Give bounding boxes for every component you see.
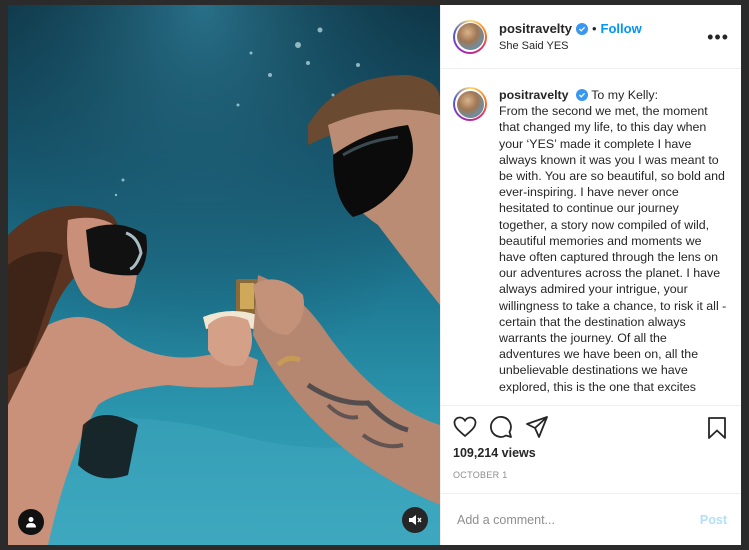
post-comment-button[interactable]: Post <box>700 513 727 527</box>
comment-input[interactable] <box>455 511 700 528</box>
like-button[interactable] <box>453 416 477 438</box>
comment-box: Post <box>441 493 741 545</box>
comment-button[interactable] <box>489 415 513 439</box>
verified-badge-icon <box>575 22 588 35</box>
comment-icon <box>490 416 512 438</box>
caption-username-link[interactable]: positravelty <box>499 88 569 102</box>
bookmark-icon <box>708 417 726 439</box>
muted-speaker-icon <box>409 515 422 525</box>
username-link[interactable]: positravelty <box>499 21 572 36</box>
caption-greeting: To my Kelly: <box>591 88 659 102</box>
caption-avatar[interactable] <box>453 87 487 121</box>
caption: positravelty To my Kelly: From the secon… <box>499 87 729 395</box>
avatar[interactable] <box>453 19 487 54</box>
post-header: positravelty • Follow She Said YES ••• <box>441 5 741 69</box>
share-button[interactable] <box>525 415 549 439</box>
user-icon <box>26 517 36 528</box>
more-options-icon[interactable]: ••• <box>707 27 729 48</box>
post-actions: 109,214 views OCTOBER 1 <box>441 405 741 493</box>
post-modal: positravelty • Follow She Said YES ••• p… <box>8 5 741 545</box>
caption-area[interactable]: positravelty To my Kelly: From the secon… <box>441 69 741 405</box>
view-count[interactable]: 109,214 views <box>453 446 731 460</box>
location-link[interactable]: She Said YES <box>499 40 642 52</box>
mute-button[interactable] <box>402 507 428 533</box>
post-video[interactable] <box>8 5 440 545</box>
post-side-panel: positravelty • Follow She Said YES ••• p… <box>440 5 741 545</box>
follow-button[interactable]: Follow <box>601 21 642 36</box>
caption-body: From the second we met, the moment that … <box>499 104 727 394</box>
verified-badge-icon <box>576 89 589 101</box>
share-icon <box>526 416 548 438</box>
post-date[interactable]: OCTOBER 1 <box>453 470 731 480</box>
separator-dot: • <box>591 21 597 36</box>
tagged-users-button[interactable] <box>18 509 44 535</box>
underwater-scene-image <box>8 5 440 545</box>
save-button[interactable] <box>707 416 727 445</box>
heart-icon <box>453 416 477 438</box>
